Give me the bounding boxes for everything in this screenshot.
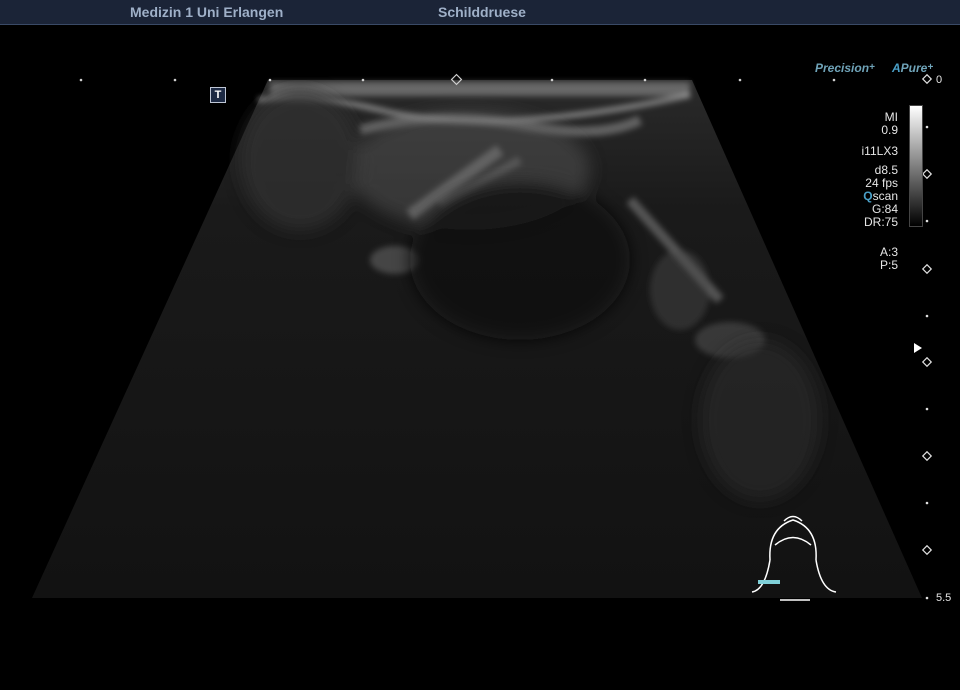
- mi-value: 0.9: [881, 123, 898, 137]
- depth-bottom-label: 5.5: [936, 592, 952, 604]
- focus-marker-icon: [914, 343, 922, 353]
- precision-plus: +: [869, 62, 875, 73]
- depth-top-label: 0: [936, 74, 943, 86]
- dr-label: DR:75: [863, 215, 898, 229]
- precision-logo: Precision+: [815, 61, 875, 75]
- lateral-scale-dots: [79, 73, 836, 86]
- p-label: P:5: [879, 258, 898, 272]
- apure-logo: APure+: [892, 61, 933, 75]
- precision-label: Precision: [815, 61, 870, 75]
- ultrasound-image: [32, 73, 933, 601]
- depth-scale-dots: [921, 73, 933, 600]
- grayscale-bar: [909, 105, 923, 227]
- qscan-q: Q: [863, 189, 873, 203]
- apure-a: A: [892, 61, 901, 75]
- trapezoid-mode-marker: T: [210, 87, 226, 103]
- apure-label: Pure: [900, 61, 928, 75]
- apure-plus: +: [927, 62, 934, 73]
- acquisition-params: MI 0.9 i11LX3 d8.5 24 fps Qscan G:84 DR:…: [836, 111, 898, 272]
- probe-label: i11LX3: [861, 144, 898, 158]
- qscan-text: scan: [872, 189, 898, 203]
